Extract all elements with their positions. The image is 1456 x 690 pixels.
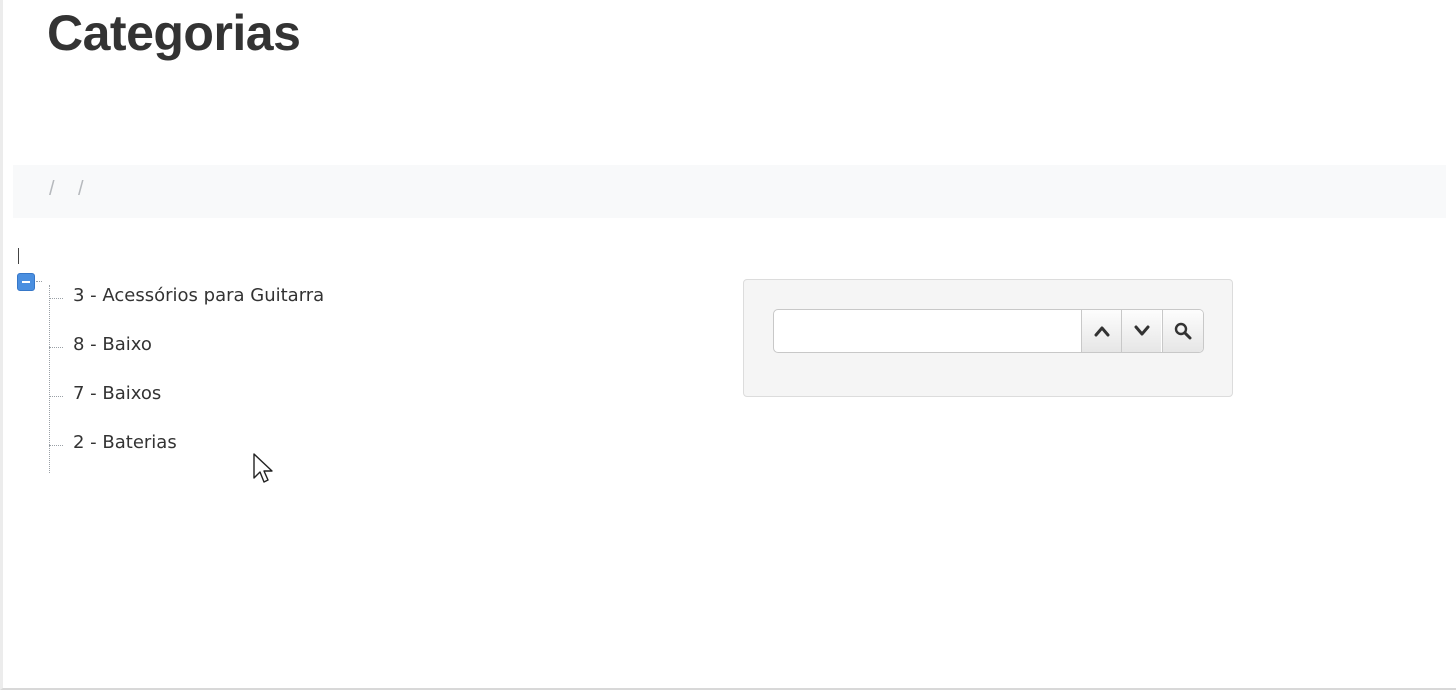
breadcrumb-separator: / — [78, 178, 84, 200]
next-match-button[interactable] — [1121, 310, 1161, 352]
search-icon — [1174, 322, 1192, 340]
tree-node-label[interactable]: 2 - Baterias — [73, 432, 177, 453]
tree-node-label[interactable]: 8 - Baixo — [73, 334, 152, 355]
previous-match-button[interactable] — [1081, 310, 1121, 352]
tree-connector — [49, 396, 63, 397]
page-title: Categorias — [47, 5, 301, 61]
collapse-toggle-icon[interactable] — [17, 273, 35, 291]
tree-connector — [49, 445, 63, 446]
mouse-pointer-icon — [253, 453, 273, 483]
tree-search-panel — [743, 279, 1233, 397]
search-button[interactable] — [1162, 310, 1203, 352]
tree-connector — [36, 281, 42, 282]
breadcrumb-separator: / — [49, 178, 55, 200]
search-input[interactable] — [774, 310, 1081, 352]
tree-connector — [49, 298, 63, 299]
page: Categorias / / 3 - Acessórios para Guita… — [0, 0, 1456, 690]
text-caret — [18, 248, 19, 264]
search-input-group — [773, 309, 1204, 353]
background-watermark — [441, 0, 463, 65]
tree-node-label[interactable]: 3 - Acessórios para Guitarra — [73, 285, 324, 306]
breadcrumb: / / — [13, 165, 1446, 218]
tree-node-label[interactable]: 7 - Baixos — [73, 383, 161, 404]
chevron-down-icon — [1134, 325, 1149, 336]
tree-connector — [49, 347, 63, 348]
chevron-up-icon — [1094, 326, 1109, 337]
